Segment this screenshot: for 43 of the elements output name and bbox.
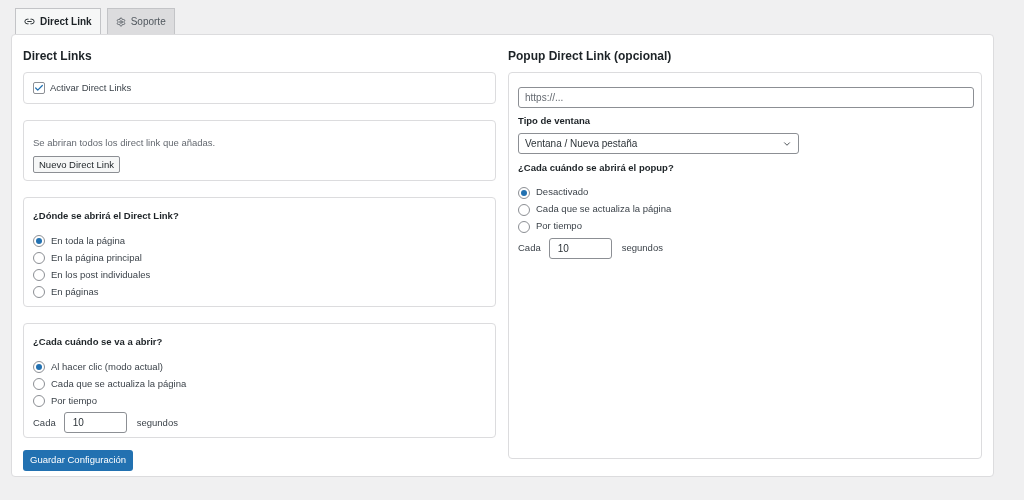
- radio-button[interactable]: [33, 235, 45, 248]
- tab[interactable]: Direct Link: [15, 8, 101, 34]
- field-label: Tipo de ventana: [518, 114, 591, 128]
- radio-label: Por tiempo: [51, 394, 97, 409]
- url-field[interactable]: https://...: [518, 87, 974, 108]
- seconds-field[interactable]: 10: [63, 412, 127, 434]
- save-button[interactable]: Guardar Configuración: [23, 449, 134, 471]
- radio-button[interactable]: [518, 203, 530, 216]
- group-title: ¿Cada cuándo se va a abrir?: [33, 335, 164, 349]
- radio-button[interactable]: [33, 361, 45, 374]
- radio-button[interactable]: [33, 269, 45, 282]
- radio-button[interactable]: [518, 220, 530, 233]
- every-label: Cada: [33, 415, 56, 430]
- unit-label: segundos: [136, 415, 178, 430]
- radio-label: Por tiempo: [536, 219, 582, 234]
- window-type-select[interactable]: Ventana / Nueva pestaña: [518, 133, 799, 155]
- checkbox[interactable]: [33, 82, 45, 94]
- radio-button[interactable]: [33, 395, 45, 408]
- description-text: Se abriran todos los direct link que añadas.: [33, 136, 216, 150]
- group-title: ¿Cada cuándo se abrirá el popup?: [518, 161, 674, 176]
- radio-label: Cada que se actualiza la página: [536, 202, 672, 217]
- group-title: ¿Dónde se abrirá el Direct Link?: [33, 209, 180, 223]
- checkbox-label: Activar Direct Links: [50, 80, 132, 95]
- radio-label: Al hacer clic (modo actual): [51, 360, 163, 375]
- settings-icon: [115, 16, 126, 27]
- radio-button[interactable]: [33, 252, 45, 265]
- section-title: Direct Links: [23, 48, 93, 65]
- radio-label: En los post individuales: [51, 268, 151, 283]
- section-title: Popup Direct Link (opcional): [508, 48, 673, 65]
- tab[interactable]: Soporte: [106, 8, 175, 34]
- link-icon: [24, 16, 35, 27]
- radio-button[interactable]: [33, 378, 45, 391]
- radio-label: Desactivado: [536, 185, 589, 200]
- radio-label: En páginas: [51, 285, 99, 300]
- unit-label: segundos: [621, 240, 663, 255]
- radio-label: Cada que se actualiza la página: [51, 377, 187, 392]
- every-label: Cada: [518, 240, 541, 255]
- radio-label: En toda la página: [51, 234, 125, 249]
- radio-label: En la página principal: [51, 251, 142, 266]
- new-link-button[interactable]: Nuevo Direct Link: [33, 156, 120, 174]
- radio-button[interactable]: [518, 186, 530, 199]
- radio-button[interactable]: [33, 286, 45, 299]
- seconds-field[interactable]: 10: [548, 237, 612, 259]
